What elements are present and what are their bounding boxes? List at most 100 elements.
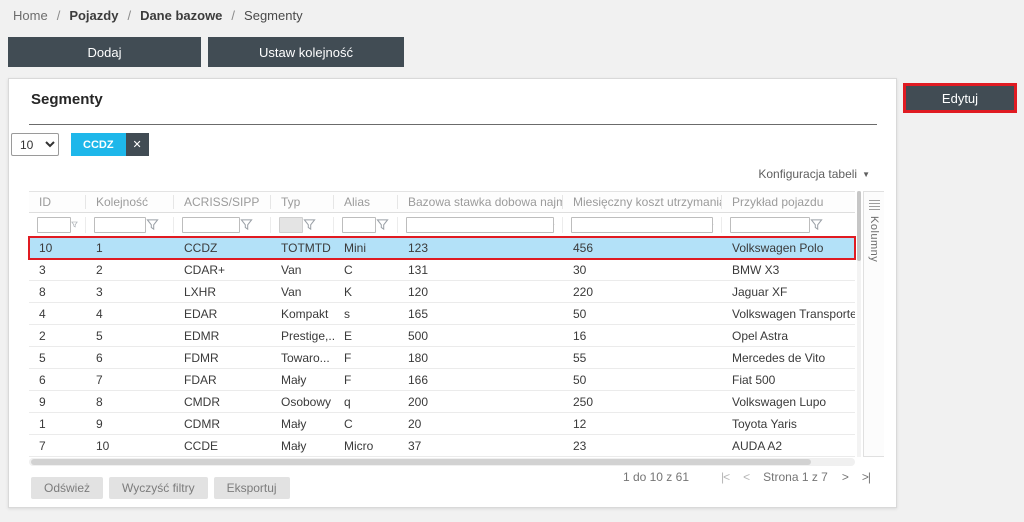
table-row[interactable]: 19CDMRMałyC2012Toyota Yaris bbox=[29, 413, 855, 435]
table-row[interactable]: 83LXHRVanK120220Jaguar XF bbox=[29, 281, 855, 303]
table-filter-row bbox=[29, 213, 855, 237]
filter-input[interactable] bbox=[730, 217, 810, 233]
filter-input[interactable] bbox=[279, 217, 303, 233]
table-cell: CCDE bbox=[174, 439, 271, 453]
segments-table: IDKolejnośćACRISS/SIPPTypAliasBazowa sta… bbox=[29, 191, 855, 457]
filter-cell bbox=[722, 217, 855, 233]
table-cell: Opel Astra bbox=[722, 329, 855, 343]
table-cell: 12 bbox=[563, 417, 722, 431]
table-cell: Mini bbox=[334, 241, 398, 255]
filter-input[interactable] bbox=[94, 217, 146, 233]
pagination: 1 do 10 z 61 |< < Strona 1 z 7 > >| bbox=[623, 470, 870, 484]
set-order-button[interactable]: Ustaw kolejność bbox=[208, 37, 404, 67]
column-header[interactable]: Bazowa stawka dobowa najmu bbox=[398, 195, 563, 209]
filter-input[interactable] bbox=[37, 217, 71, 233]
table-cell: F bbox=[334, 373, 398, 387]
table-row[interactable]: 67FDARMałyF16650Fiat 500 bbox=[29, 369, 855, 391]
table-row[interactable]: 32CDAR+VanC13130BMW X3 bbox=[29, 259, 855, 281]
table-row[interactable]: 25EDMRPrestige,...E50016Opel Astra bbox=[29, 325, 855, 347]
filter-input[interactable] bbox=[342, 217, 376, 233]
filter-funnel-icon[interactable] bbox=[554, 218, 555, 231]
table-cell: 7 bbox=[29, 439, 86, 453]
table-cell: 120 bbox=[398, 285, 563, 299]
table-cell: 2 bbox=[86, 263, 174, 277]
add-button[interactable]: Dodaj bbox=[8, 37, 201, 67]
page-size-select[interactable]: 10 bbox=[11, 133, 59, 156]
filter-funnel-icon[interactable] bbox=[71, 218, 78, 231]
filter-funnel-icon[interactable] bbox=[713, 218, 714, 231]
table-cell: 50 bbox=[563, 307, 722, 321]
table-cell: 5 bbox=[29, 351, 86, 365]
filter-input[interactable] bbox=[571, 217, 713, 233]
next-page-icon[interactable]: > bbox=[842, 470, 848, 484]
breadcrumb-pojazdy[interactable]: Pojazdy bbox=[69, 8, 118, 23]
vertical-scrollbar-thumb[interactable] bbox=[857, 191, 861, 261]
table-row[interactable]: 44EDARKompakts16550Volkswagen Transporte… bbox=[29, 303, 855, 325]
table-cell: 16 bbox=[563, 329, 722, 343]
last-page-icon[interactable]: >| bbox=[862, 470, 870, 484]
refresh-button[interactable]: Odśwież bbox=[31, 477, 103, 499]
table-cell: Micro bbox=[334, 439, 398, 453]
column-header[interactable]: ACRISS/SIPP bbox=[174, 195, 271, 209]
breadcrumb-separator: / bbox=[57, 8, 61, 23]
breadcrumb-dane-bazowe[interactable]: Dane bazowe bbox=[140, 8, 222, 23]
column-header[interactable]: Alias bbox=[334, 195, 398, 209]
columns-side-tab[interactable]: Kolumny bbox=[863, 191, 884, 457]
previous-page-icon[interactable]: < bbox=[743, 470, 749, 484]
first-page-icon[interactable]: |< bbox=[721, 470, 729, 484]
filter-cell bbox=[29, 217, 86, 233]
column-header[interactable]: Typ bbox=[271, 195, 334, 209]
export-button[interactable]: Eksportuj bbox=[214, 477, 290, 499]
breadcrumb-home[interactable]: Home bbox=[13, 8, 48, 23]
table-cell: Van bbox=[271, 263, 334, 277]
table-cell: 8 bbox=[86, 395, 174, 409]
table-cell: 123 bbox=[398, 241, 563, 255]
table-cell: 456 bbox=[563, 241, 722, 255]
filter-funnel-icon[interactable] bbox=[240, 218, 253, 231]
table-cell: CDMR bbox=[174, 417, 271, 431]
table-cell: Fiat 500 bbox=[722, 373, 855, 387]
table-cell: CCDZ bbox=[174, 241, 271, 255]
table-cell: 3 bbox=[86, 285, 174, 299]
filter-funnel-icon[interactable] bbox=[146, 218, 159, 231]
table-cell: Prestige,... bbox=[271, 329, 334, 343]
filter-funnel-icon[interactable] bbox=[303, 218, 316, 231]
table-cell: 3 bbox=[29, 263, 86, 277]
table-cell: 165 bbox=[398, 307, 563, 321]
vertical-scrollbar[interactable] bbox=[857, 191, 861, 457]
column-header[interactable]: Miesięczny koszt utrzymania bbox=[563, 195, 722, 209]
table-cell: CMDR bbox=[174, 395, 271, 409]
table-cell: 6 bbox=[29, 373, 86, 387]
table-cell: 10 bbox=[86, 439, 174, 453]
table-row[interactable]: 710CCDEMałyMicro3723AUDA A2 bbox=[29, 435, 855, 457]
filter-funnel-icon[interactable] bbox=[376, 218, 389, 231]
table-row-selected[interactable]: 101CCDZTOTMTDMini123456Volkswagen Polo bbox=[29, 237, 855, 259]
table-cell: Mały bbox=[271, 439, 334, 453]
filter-funnel-icon[interactable] bbox=[810, 218, 823, 231]
table-cell: FDMR bbox=[174, 351, 271, 365]
filter-cell bbox=[334, 217, 398, 233]
table-cell: 55 bbox=[563, 351, 722, 365]
filter-input[interactable] bbox=[182, 217, 240, 233]
table-cell: 1 bbox=[86, 241, 174, 255]
table-cell: 180 bbox=[398, 351, 563, 365]
filter-input[interactable] bbox=[406, 217, 554, 233]
table-cell: 4 bbox=[86, 307, 174, 321]
table-config-link[interactable]: Konfiguracja tabeli ▼ bbox=[758, 167, 870, 181]
column-header[interactable]: Przykład pojazdu bbox=[722, 195, 855, 209]
breadcrumb: Home / Pojazdy / Dane bazowe / Segmenty bbox=[13, 8, 303, 23]
table-cell: CDAR+ bbox=[174, 263, 271, 277]
column-header[interactable]: ID bbox=[29, 195, 86, 209]
columns-grip-icon bbox=[869, 200, 880, 210]
table-cell: Jaguar XF bbox=[722, 285, 855, 299]
edit-button[interactable]: Edytuj bbox=[903, 83, 1017, 113]
horizontal-scrollbar-thumb[interactable] bbox=[31, 459, 811, 465]
table-cell: 7 bbox=[86, 373, 174, 387]
table-row[interactable]: 56FDMRTowaro...F18055Mercedes de Vito bbox=[29, 347, 855, 369]
clear-filters-button[interactable]: Wyczyść filtry bbox=[109, 477, 208, 499]
column-header[interactable]: Kolejność bbox=[86, 195, 174, 209]
horizontal-scrollbar[interactable] bbox=[29, 458, 855, 466]
table-cell: 50 bbox=[563, 373, 722, 387]
table-row[interactable]: 98CMDROsobowyq200250Volkswagen Lupo bbox=[29, 391, 855, 413]
remove-filter-icon[interactable]: ✕ bbox=[126, 133, 149, 156]
